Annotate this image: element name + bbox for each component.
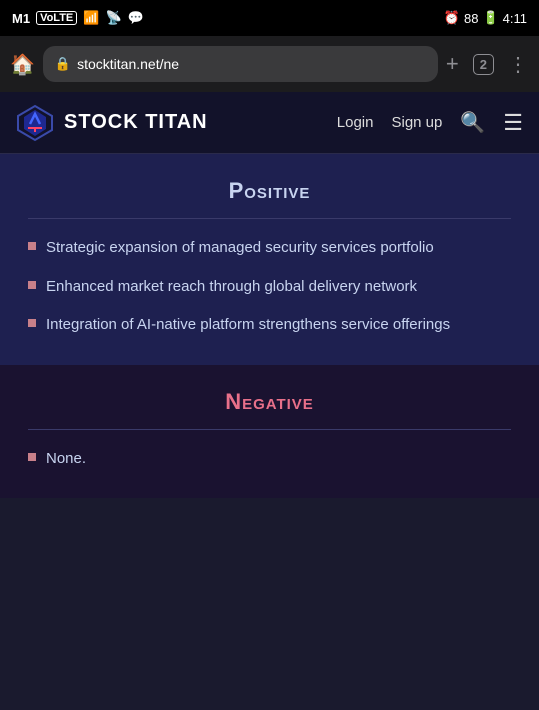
positive-divider — [28, 218, 511, 219]
logo-area: STOCK TITAN — [16, 104, 337, 142]
signup-button[interactable]: Sign up — [391, 114, 442, 131]
positive-item-1: Strategic expansion of managed security … — [46, 237, 434, 260]
bullet-icon — [28, 242, 36, 250]
list-item: Integration of AI-native platform streng… — [28, 314, 511, 337]
url-text: stocktitan.net/ne — [77, 56, 179, 72]
bullet-icon — [28, 319, 36, 327]
list-item: Enhanced market reach through global del… — [28, 276, 511, 299]
negative-item-1: None. — [46, 448, 86, 471]
home-button[interactable]: 🏠 — [10, 52, 35, 77]
tab-count[interactable]: 2 — [473, 54, 494, 75]
battery-level: 88 — [464, 11, 478, 26]
negative-list: None. — [28, 448, 511, 471]
hamburger-menu[interactable]: ☰ — [503, 110, 523, 136]
list-item: Strategic expansion of managed security … — [28, 237, 511, 260]
status-right: ⏰ 88 🔋 4:11 — [444, 10, 527, 26]
negative-section: Negative None. — [0, 365, 539, 499]
logo-icon — [16, 104, 54, 142]
messaging-icon: 💬 — [128, 10, 144, 26]
volte-badge: VoLTE — [36, 11, 77, 25]
logo-text: STOCK TITAN — [64, 111, 208, 134]
positive-item-3: Integration of AI-native platform streng… — [46, 314, 450, 337]
carrier-label: M1 — [12, 11, 30, 26]
positive-item-2: Enhanced market reach through global del… — [46, 276, 417, 299]
positive-section: Positive Strategic expansion of managed … — [0, 154, 539, 365]
browser-actions: + 2 ⋮ — [446, 51, 529, 77]
negative-divider — [28, 429, 511, 430]
positive-section-title: Positive — [28, 178, 511, 204]
wifi-icon: 📡 — [105, 10, 121, 26]
signal-icon: 📶 — [83, 10, 99, 26]
bullet-icon — [28, 453, 36, 461]
nav-header: STOCK TITAN Login Sign up 🔍 ☰ — [0, 92, 539, 154]
new-tab-button[interactable]: + — [446, 51, 459, 77]
menu-button[interactable]: ⋮ — [508, 52, 529, 77]
time-display: 4:11 — [503, 11, 527, 26]
positive-list: Strategic expansion of managed security … — [28, 237, 511, 337]
status-bar: M1 VoLTE 📶 📡 💬 ⏰ 88 🔋 4:11 — [0, 0, 539, 36]
bullet-icon — [28, 281, 36, 289]
url-bar[interactable]: 🔒 stocktitan.net/ne — [43, 46, 438, 82]
battery-icon: 🔋 — [482, 10, 498, 26]
browser-chrome: 🏠 🔒 stocktitan.net/ne + 2 ⋮ — [0, 36, 539, 92]
security-icon: 🔒 — [55, 56, 71, 72]
list-item: None. — [28, 448, 511, 471]
negative-section-title: Negative — [28, 389, 511, 415]
alarm-icon: ⏰ — [444, 10, 460, 26]
search-icon[interactable]: 🔍 — [460, 110, 485, 135]
status-carrier: M1 VoLTE 📶 📡 💬 — [12, 10, 144, 26]
login-button[interactable]: Login — [337, 114, 374, 131]
nav-actions: Login Sign up 🔍 ☰ — [337, 110, 523, 136]
page-content: Positive Strategic expansion of managed … — [0, 154, 539, 498]
